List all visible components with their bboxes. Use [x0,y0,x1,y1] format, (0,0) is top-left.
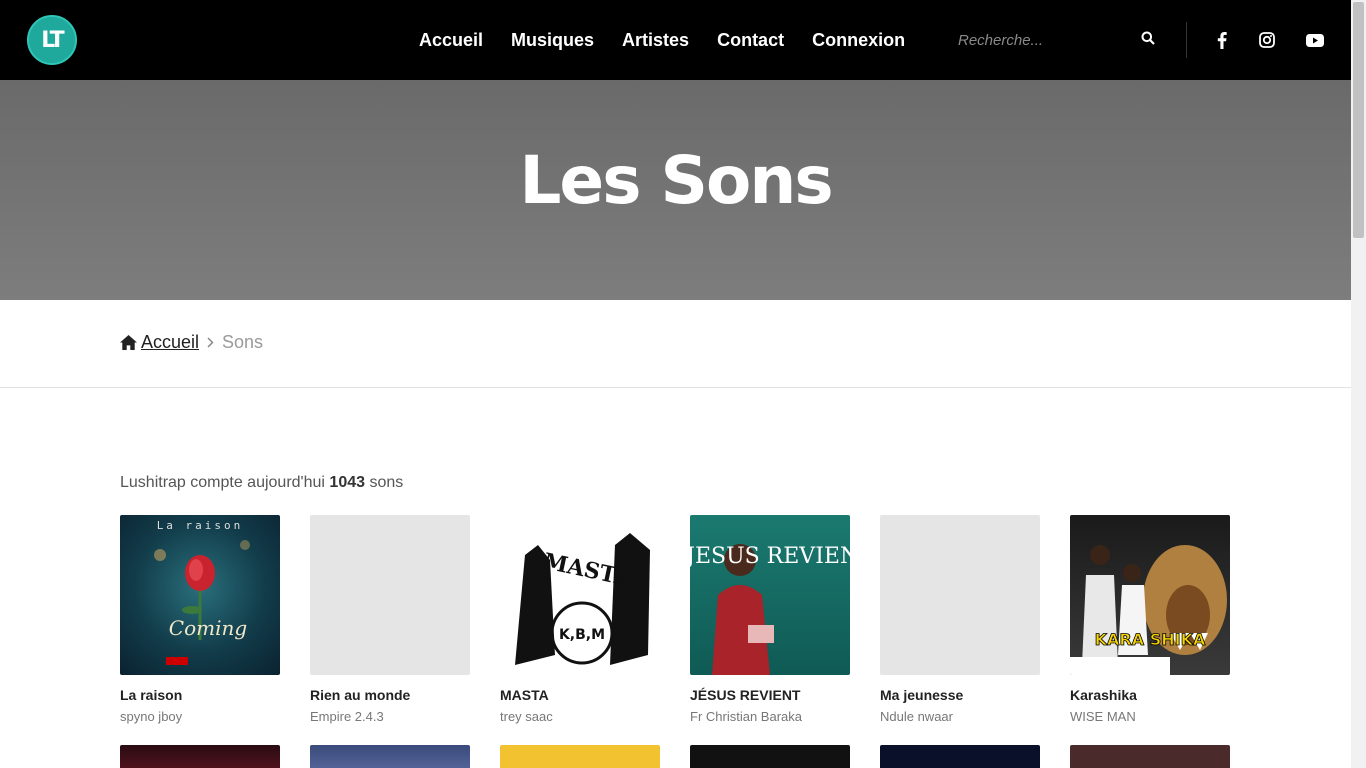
svg-text:K,B,M: K,B,M [559,627,605,643]
rose-artwork: La raison Coming [154,519,250,665]
scrollbar-thumb[interactable] [1353,2,1364,238]
song-title[interactable]: La raison [120,687,280,703]
home-icon [120,335,137,350]
main-nav: Accueil Musiques Artistes Contact Connex… [405,0,919,80]
song-title[interactable]: Ma jeunesse [880,687,1040,703]
breadcrumb: Accueil Sons [120,332,263,353]
breadcrumb-current: Sons [222,332,264,352]
cover-text: JESUS REVIENT [690,544,850,569]
page-title: Les Sons [519,142,833,219]
nav-contact[interactable]: Contact [717,30,784,51]
nav-musiques[interactable]: Musiques [511,30,594,51]
songs-count-text: Lushitrap compte aujourd'hui 1043 sons [120,474,403,492]
nav-artistes[interactable]: Artistes [622,30,689,51]
song-cover[interactable] [880,745,1040,768]
search-icon[interactable] [1141,31,1159,49]
youtube-icon[interactable] [1305,30,1325,50]
song-card[interactable]: La raison Coming La raison spyno jboy [120,515,280,724]
song-card[interactable]: Ma jeunesse Ndule nwaar [880,515,1040,724]
song-title[interactable]: Karashika [1070,687,1230,703]
song-artist[interactable]: spyno jboy [120,709,280,724]
song-title[interactable]: MASTA [500,687,660,703]
song-artist[interactable]: Ndule nwaar [880,709,1040,724]
song-artist[interactable]: trey saac [500,709,660,724]
masta-artwork: K,B,M MASTA [515,533,650,665]
nav-accueil[interactable]: Accueil [419,30,483,51]
song-cover[interactable] [690,745,850,768]
site-logo[interactable]: LT [27,15,77,65]
logo-text: LT [41,27,64,53]
cover-text: KARA SHIKA [1095,630,1206,649]
top-navbar: LT Accueil Musiques Artistes Contact Con… [0,0,1351,80]
count-suffix: sons [369,474,404,491]
karashika-artwork: KARA SHIKA [1070,545,1227,675]
chevron-right-icon [207,335,214,351]
breadcrumb-home-label: Accueil [141,332,200,352]
song-card[interactable]: KARA SHIKA Karashika WISE MAN [1070,515,1230,724]
facebook-icon[interactable] [1212,30,1232,50]
song-card[interactable]: JESUS REVIENT JÉSUS REVIENT Fr Christian… [690,515,850,724]
count-prefix: Lushitrap compte aujourd'hui [120,474,325,491]
song-cover[interactable]: KARA SHIKA [1070,515,1230,675]
jesus-revient-artwork: JESUS REVIENT [690,544,850,675]
instagram-icon[interactable] [1257,30,1277,50]
song-cover[interactable] [310,745,470,768]
search-input[interactable] [944,31,1134,49]
breadcrumb-bar: Accueil Sons [0,300,1351,388]
song-card[interactable]: K,B,M MASTA MASTA trey saac [500,515,660,724]
song-card[interactable]: Rien au monde Empire 2.4.3 [310,515,470,724]
song-title[interactable]: Rien au monde [310,687,470,703]
cover-text: La raison [157,519,244,532]
song-cover-placeholder[interactable] [880,515,1040,675]
search-box [944,22,1170,58]
song-cover[interactable] [120,745,280,768]
song-cover[interactable]: K,B,M MASTA [500,515,660,675]
breadcrumb-home[interactable]: Accueil [120,332,199,353]
song-artist[interactable]: Empire 2.4.3 [310,709,470,724]
song-artist[interactable]: Fr Christian Baraka [690,709,850,724]
song-cover[interactable]: JESUS REVIENT [690,515,850,675]
svg-text:Coming: Coming [169,616,247,640]
song-cover[interactable]: La raison Coming [120,515,280,675]
song-cover[interactable] [1070,745,1230,768]
song-title[interactable]: JÉSUS REVIENT [690,687,850,703]
hero-banner: Les Sons [0,80,1351,300]
count-value: 1043 [329,474,366,491]
header-divider [1186,22,1187,58]
nav-connexion[interactable]: Connexion [812,30,905,51]
song-cover-placeholder[interactable] [310,515,470,675]
song-cover[interactable] [500,745,660,768]
song-artist[interactable]: WISE MAN [1070,709,1230,724]
